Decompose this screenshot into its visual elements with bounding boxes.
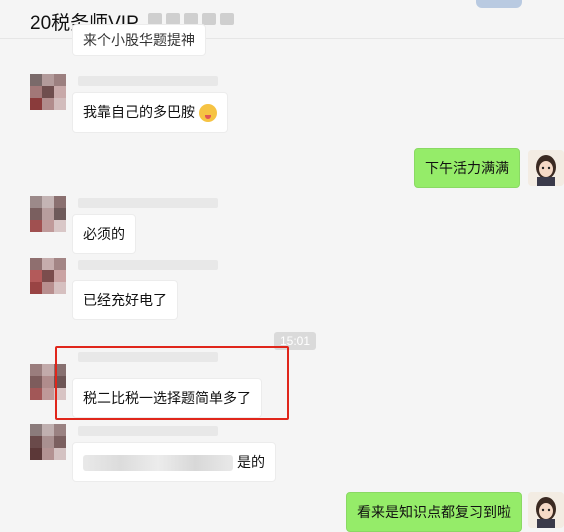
emoji-tongue-icon [199, 104, 217, 123]
self-avatar[interactable] [528, 150, 564, 186]
message-text: 已经充好电了 [83, 292, 167, 308]
avatar[interactable] [30, 424, 66, 460]
sender-name-redacted [78, 198, 218, 208]
message-bubble: 必须的 [72, 214, 136, 254]
message-bubble: 是的 [72, 442, 276, 483]
sender-name-redacted [78, 426, 218, 436]
message-bubble-self: 下午活力满满 [414, 148, 520, 188]
avatar[interactable] [30, 196, 66, 232]
message-bubble: 来个小股华题提神 [72, 24, 206, 56]
sender-name-redacted [78, 76, 218, 86]
message-text: 我靠自己的多巴胺 [83, 104, 195, 120]
message-bubble: 已经充好电了 [72, 280, 178, 320]
message-text: 是的 [237, 454, 265, 470]
redacted-text [83, 455, 233, 472]
avatar[interactable] [30, 74, 66, 110]
self-avatar[interactable] [528, 492, 564, 528]
message-text: 看来是知识点都复习到啦 [357, 504, 511, 520]
message-text: 必须的 [83, 226, 125, 242]
message-bubble-self: 看来是知识点都复习到啦 [346, 492, 522, 532]
sender-name-redacted [78, 260, 218, 270]
message-text: 下午活力满满 [425, 160, 509, 176]
avatar[interactable] [30, 258, 66, 294]
highlight-box [55, 346, 289, 420]
message-bubble: 我靠自己的多巴胺 [72, 92, 228, 134]
window-corner-icon[interactable] [476, 0, 522, 8]
message-text: 来个小股华题提神 [83, 32, 195, 48]
